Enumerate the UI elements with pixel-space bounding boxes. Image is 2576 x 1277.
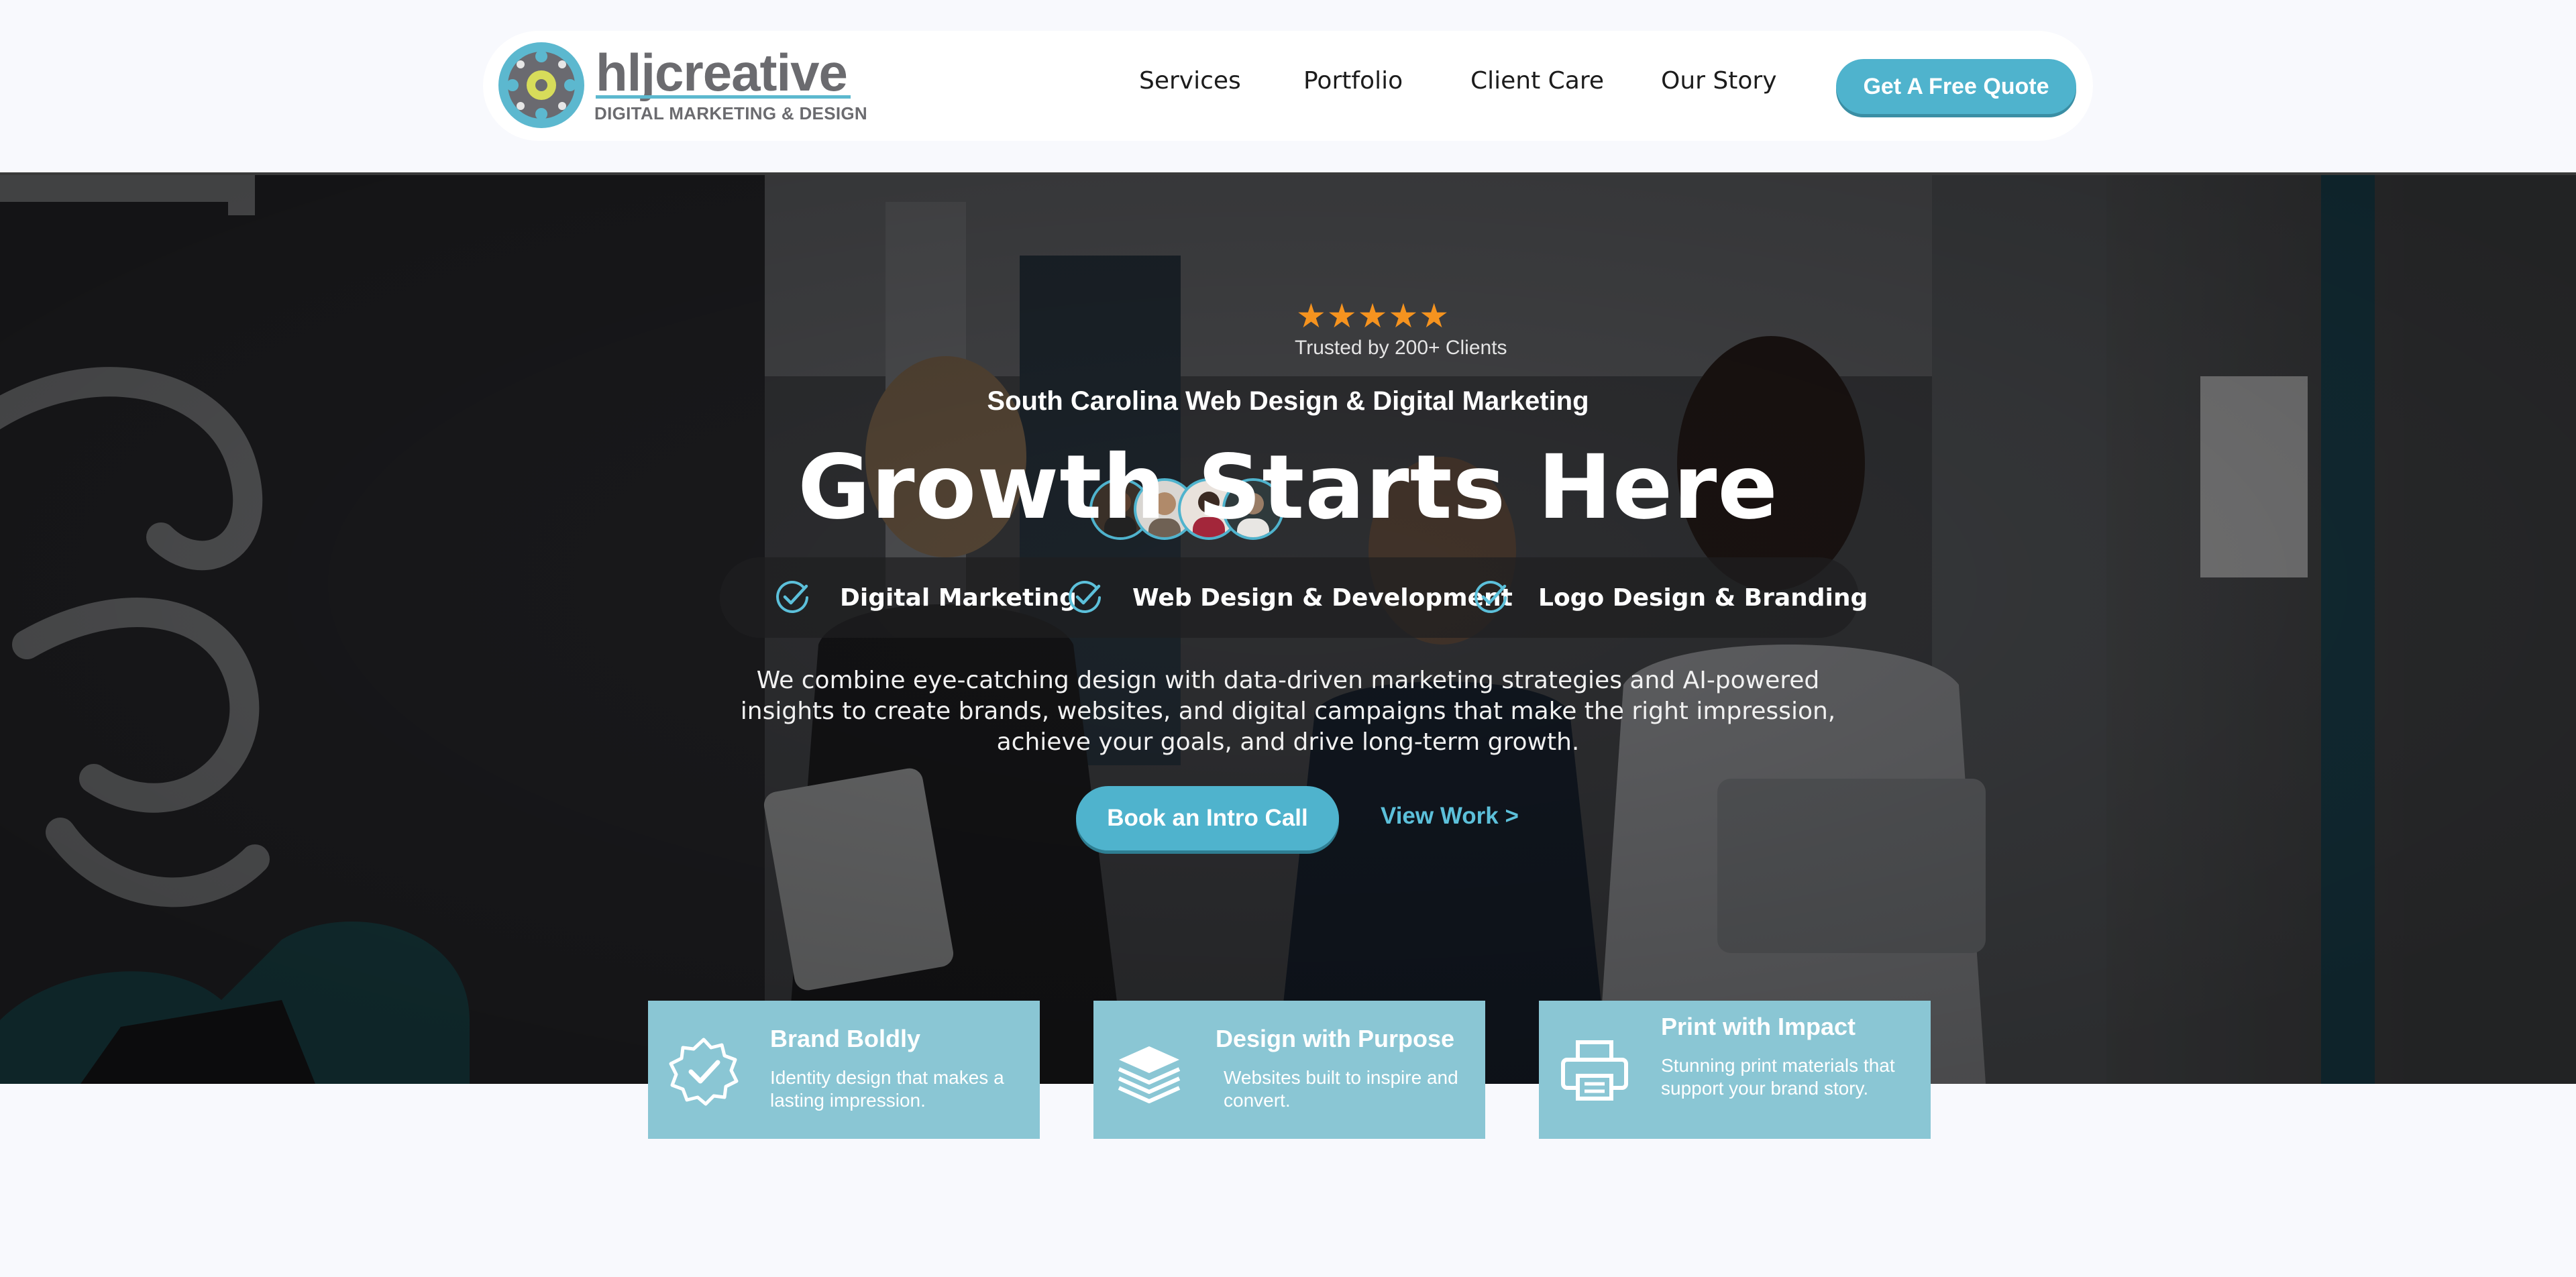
printer-icon — [1561, 1040, 1628, 1101]
trusted-by-label: Trusted by 200+ Clients — [1295, 337, 1507, 359]
logo-underline — [596, 95, 851, 99]
service-label: Digital Marketing — [840, 584, 1077, 612]
nav-client-care[interactable]: Client Care — [1470, 67, 1604, 95]
page: hljcreative DIGITAL MARKETING & DESIGN S… — [0, 0, 2576, 1277]
check-circle-icon — [1069, 580, 1101, 613]
feature-card-brand[interactable]: Brand Boldly Identity design that makes … — [648, 1001, 1040, 1139]
service-label: Web Design & Development — [1132, 584, 1513, 612]
hero-section: ★★★★★ Trusted by 200+ Clients South Caro… — [0, 175, 2576, 1084]
check-circle-icon — [1474, 580, 1507, 613]
feature-title: Print with Impact — [1661, 1013, 1856, 1040]
nav-portfolio[interactable]: Portfolio — [1303, 67, 1403, 95]
hero-description: We combine eye-catching design with data… — [740, 667, 1836, 756]
service-item-logo-design: Logo Design & Branding — [1472, 579, 1868, 616]
book-intro-call-button[interactable]: Book an Intro Call — [1076, 786, 1339, 850]
check-circle-icon — [776, 580, 808, 613]
site-logo[interactable]: hljcreative DIGITAL MARKETING & DESIGN — [496, 40, 867, 131]
feature-title: Design with Purpose — [1216, 1025, 1455, 1052]
five-star-rating-icon: ★★★★★ — [1296, 297, 1450, 335]
logo-tagline: DIGITAL MARKETING & DESIGN — [594, 103, 867, 123]
film-reel-logo-icon — [498, 42, 584, 128]
service-item-digital-marketing: Digital Marketing — [774, 579, 1077, 616]
layers-stack-icon — [1118, 1046, 1181, 1103]
feature-card-design[interactable]: Design with Purpose Websites built to in… — [1093, 1001, 1485, 1139]
service-item-web-design: Web Design & Development — [1067, 579, 1513, 616]
get-quote-button[interactable]: Get A Free Quote — [1836, 59, 2076, 114]
nav-services[interactable]: Services — [1139, 67, 1241, 95]
badge-check-icon — [669, 1038, 739, 1106]
feature-text: Stunning print materials that support yo… — [1661, 1055, 1895, 1099]
hero-headline: Growth Starts Here — [798, 436, 1778, 539]
view-work-link[interactable]: View Work > — [1381, 803, 1519, 830]
feature-text: Websites built to inspire and convert. — [1224, 1067, 1458, 1111]
nav-our-story[interactable]: Our Story — [1661, 67, 1777, 95]
feature-card-print[interactable]: Print with Impact Stunning print materia… — [1539, 1001, 1931, 1139]
hero-eyebrow: South Carolina Web Design & Digital Mark… — [987, 386, 1589, 416]
service-label: Logo Design & Branding — [1538, 584, 1868, 612]
feature-text: Identity design that makes a lasting imp… — [770, 1067, 1004, 1111]
feature-title: Brand Boldly — [770, 1025, 921, 1052]
